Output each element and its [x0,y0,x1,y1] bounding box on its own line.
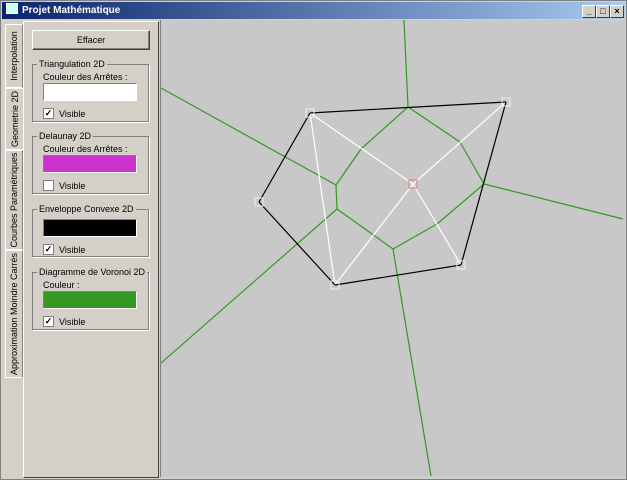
clear-button[interactable]: Effacer [32,30,150,50]
voronoi-edge [407,106,461,143]
visible-checkbox-triangulation[interactable]: ✓ Visible [43,108,85,119]
voronoi-edge [360,106,409,150]
voronoi-edge [483,183,624,220]
geometry-drawing[interactable] [160,19,625,477]
group-title: Delaunay 2D [37,131,94,141]
tab-label: Courbes Paramétriques [9,152,19,248]
app-icon [6,3,18,14]
vertical-tabs: Interpolation Geometrie 2D Courbes Param… [5,22,24,382]
geometry-panel: Effacer Triangulation 2D Couleur des Arr… [23,21,159,478]
main-window: Projet Mathématique _ □ × Interpolation … [0,0,627,480]
group-convex-hull: Enveloppe Convexe 2D ✓ Visible [32,204,149,257]
convex-hull-edge [258,112,311,203]
tab-label: Approximation Moindre Carrés [9,252,19,376]
tab-approximation-moindre-carres[interactable]: Approximation Moindre Carrés [5,250,23,378]
voronoi-edge [403,19,409,108]
minimize-button[interactable]: _ [582,5,596,18]
checkbox-checked-icon: ✓ [43,316,54,327]
triangulation-edge [309,112,414,185]
maximize-button[interactable]: □ [596,5,610,18]
checkbox-label: Visible [59,108,86,119]
group-title: Enveloppe Convexe 2D [37,204,136,214]
color-swatch-hull[interactable] [43,219,137,237]
visible-checkbox-hull[interactable]: ✓ Visible [43,244,85,255]
voronoi-edge [392,223,438,250]
tab-label: Geometrie 2D [10,90,20,148]
drawing-canvas[interactable] [160,19,625,477]
group-delaunay: Delaunay 2D Couleur des Arrêtes : Visibl… [32,131,149,194]
convex-hull-edge [460,101,507,266]
color-label: Couleur des Arrêtes : [43,144,128,154]
triangulation-edge [334,183,414,286]
checkbox-label: Visible [59,244,86,255]
checkbox-checked-icon: ✓ [43,108,54,119]
voronoi-edge [336,208,394,250]
color-swatch-delaunay[interactable] [43,155,137,173]
tab-geometrie-2d[interactable]: Geometrie 2D [5,88,24,150]
voronoi-edge [459,141,485,185]
visible-checkbox-delaunay[interactable]: Visible [43,180,85,191]
checkbox-unchecked-icon [43,180,54,191]
checkbox-checked-icon: ✓ [43,244,54,255]
visible-checkbox-voronoi[interactable]: ✓ Visible [43,316,85,327]
color-swatch-voronoi[interactable] [43,291,137,309]
checkbox-label: Visible [59,180,86,191]
convex-hull-edge [258,201,336,286]
tab-interpolation[interactable]: Interpolation [5,24,23,88]
voronoi-edge [335,184,338,210]
tab-courbes-parametriques[interactable]: Courbes Paramétriques [5,150,23,250]
title-bar: Projet Mathématique _ □ × [2,2,625,19]
window-title: Projet Mathématique [22,5,121,16]
voronoi-edge [392,248,432,477]
triangulation-edge [412,183,462,266]
checkbox-label: Visible [59,316,86,327]
group-voronoi: Diagramme de Voronoi 2D Couleur : ✓ Visib… [32,267,149,330]
color-swatch-triangulation[interactable] [43,83,137,101]
triangulation-edge [309,112,336,286]
close-button[interactable]: × [610,5,624,18]
tab-label: Interpolation [9,31,19,81]
group-title: Triangulation 2D [37,59,107,69]
group-title: Diagramme de Voronoi 2D [37,267,148,277]
color-label: Couleur : [43,280,80,290]
group-triangulation: Triangulation 2D Couleur des Arrêtes : ✓… [32,59,149,122]
color-label: Couleur des Arrêtes : [43,72,128,82]
voronoi-edge [436,183,485,225]
voronoi-edge [160,87,337,186]
triangulation-edge [412,101,507,185]
voronoi-edge [160,208,338,364]
voronoi-edge [335,148,362,186]
